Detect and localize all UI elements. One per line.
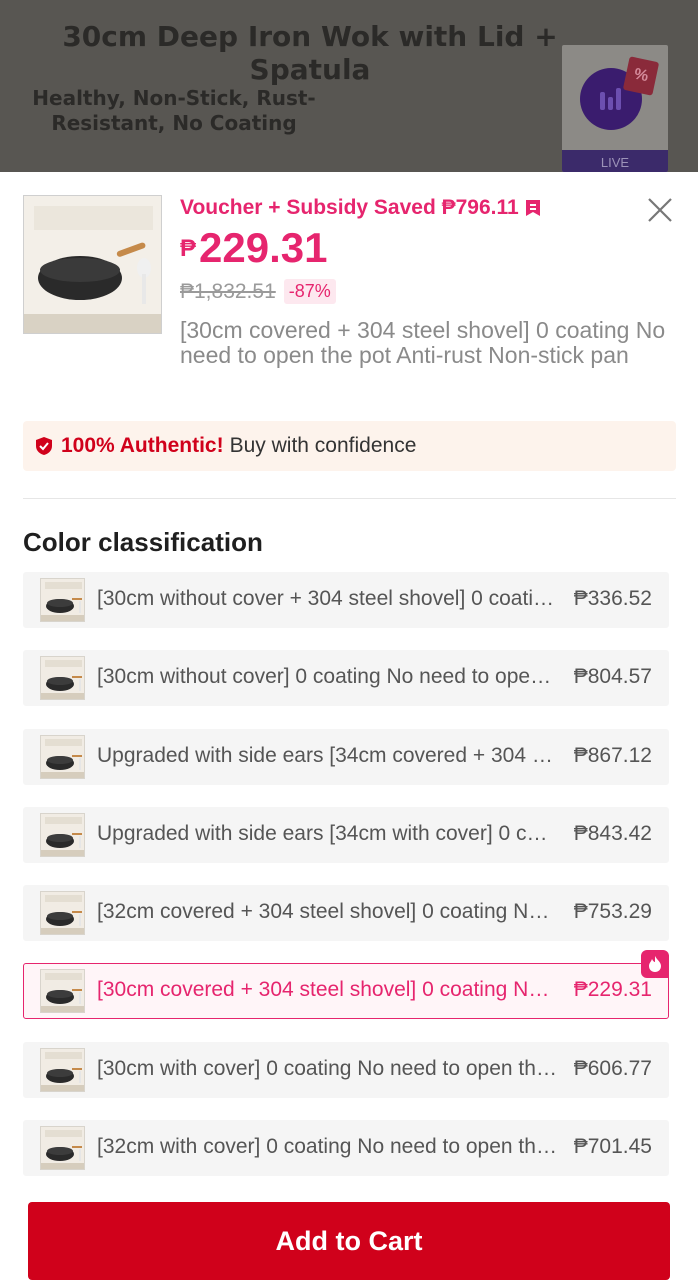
price-value: 229.31 [199, 224, 328, 271]
authentic-highlight: 100% Authentic! [61, 434, 224, 457]
variant-price: ₱753.29 [573, 900, 652, 924]
original-price-row: ₱1,832.51 -87% [180, 279, 336, 304]
variant-label: Upgraded with side ears [34cm covered + … [97, 743, 557, 767]
add-to-cart-button[interactable]: Add to Cart [28, 1202, 670, 1280]
live-label: LIVE [562, 150, 668, 172]
background-title: 30cm Deep Iron Wok with Lid + Spatula [62, 20, 558, 86]
variant-thumbnail [40, 734, 85, 779]
variant-thumbnail [40, 969, 85, 1014]
selected-variant-description: [30cm covered + 304 steel shovel] 0 coat… [180, 317, 666, 368]
current-price: ₱229.31 [180, 224, 327, 272]
variant-price: ₱804.57 [573, 665, 652, 689]
variant-price: ₱701.45 [573, 1135, 652, 1159]
variant-option[interactable]: [30cm with cover] 0 coating No need to o… [23, 1041, 669, 1098]
divider [23, 498, 676, 499]
variant-label: [30cm with cover] 0 coating No need to o… [97, 1056, 557, 1080]
variant-price: ₱843.42 [573, 821, 652, 845]
product-thumbnail [23, 195, 162, 334]
flame-icon [641, 950, 669, 979]
variant-options-list: [30cm without cover + 304 steel shovel] … [23, 572, 669, 1198]
variant-option[interactable]: [30cm without cover + 304 steel shovel] … [23, 572, 669, 628]
variant-price: ₱229.31 [573, 978, 652, 1002]
background-page: 30cm Deep Iron Wok with Lid + Spatula He… [0, 0, 698, 172]
variant-label: [32cm with cover] 0 coating No need to o… [97, 1135, 557, 1159]
variant-label: [30cm without cover] 0 coating No need t… [97, 665, 557, 689]
variant-option[interactable]: [32cm covered + 304 steel shovel] 0 coat… [23, 885, 669, 942]
variant-option[interactable]: [30cm without cover] 0 coating No need t… [23, 650, 669, 707]
authenticity-banner: 100% Authentic! Buy with confidence [23, 421, 676, 471]
close-icon [648, 198, 672, 222]
variant-label: Upgraded with side ears [34cm with cover… [97, 821, 557, 845]
authentic-text: Buy with confidence [229, 434, 417, 457]
voucher-savings: Voucher + Subsidy Saved ₱796.11 [180, 196, 541, 220]
background-subtitle: Healthy, Non-Stick, Rust-Resistant, No C… [32, 86, 316, 135]
voucher-icon [525, 200, 540, 216]
variant-thumbnail [40, 1126, 85, 1171]
close-button[interactable] [644, 194, 676, 226]
variant-price: ₱606.77 [573, 1056, 652, 1080]
variant-label: [30cm covered + 304 steel shovel] 0 coat… [97, 978, 557, 1002]
variant-label: [30cm without cover + 304 steel shovel] … [97, 587, 557, 610]
variant-thumbnail [40, 578, 85, 622]
discount-tag-icon: % [622, 56, 660, 96]
original-price: ₱1,832.51 [180, 279, 276, 303]
discount-badge: -87% [283, 279, 336, 304]
variant-selector-sheet: Voucher + Subsidy Saved ₱796.11 ₱229.31 … [0, 172, 698, 1280]
variant-option[interactable]: Upgraded with side ears [34cm covered + … [23, 728, 669, 785]
live-stream-widget[interactable]: % LIVE [562, 45, 668, 172]
variant-thumbnail [40, 891, 85, 936]
variant-thumbnail [40, 656, 85, 701]
section-title: Color classification [23, 527, 263, 557]
variant-option[interactable]: [30cm covered + 304 steel shovel] 0 coat… [23, 950, 669, 1020]
variant-label: [32cm covered + 304 steel shovel] 0 coat… [97, 900, 557, 924]
voucher-text: Voucher + Subsidy Saved ₱796.11 [180, 196, 519, 219]
currency-symbol: ₱ [180, 235, 197, 262]
variant-option[interactable]: [32cm with cover] 0 coating No need to o… [23, 1120, 669, 1177]
variant-thumbnail [40, 1047, 85, 1092]
variant-price: ₱336.52 [573, 587, 652, 610]
variant-thumbnail [40, 812, 85, 857]
variant-price: ₱867.12 [573, 743, 652, 767]
shield-check-icon [36, 437, 52, 455]
variant-option[interactable]: Upgraded with side ears [34cm with cover… [23, 806, 669, 863]
